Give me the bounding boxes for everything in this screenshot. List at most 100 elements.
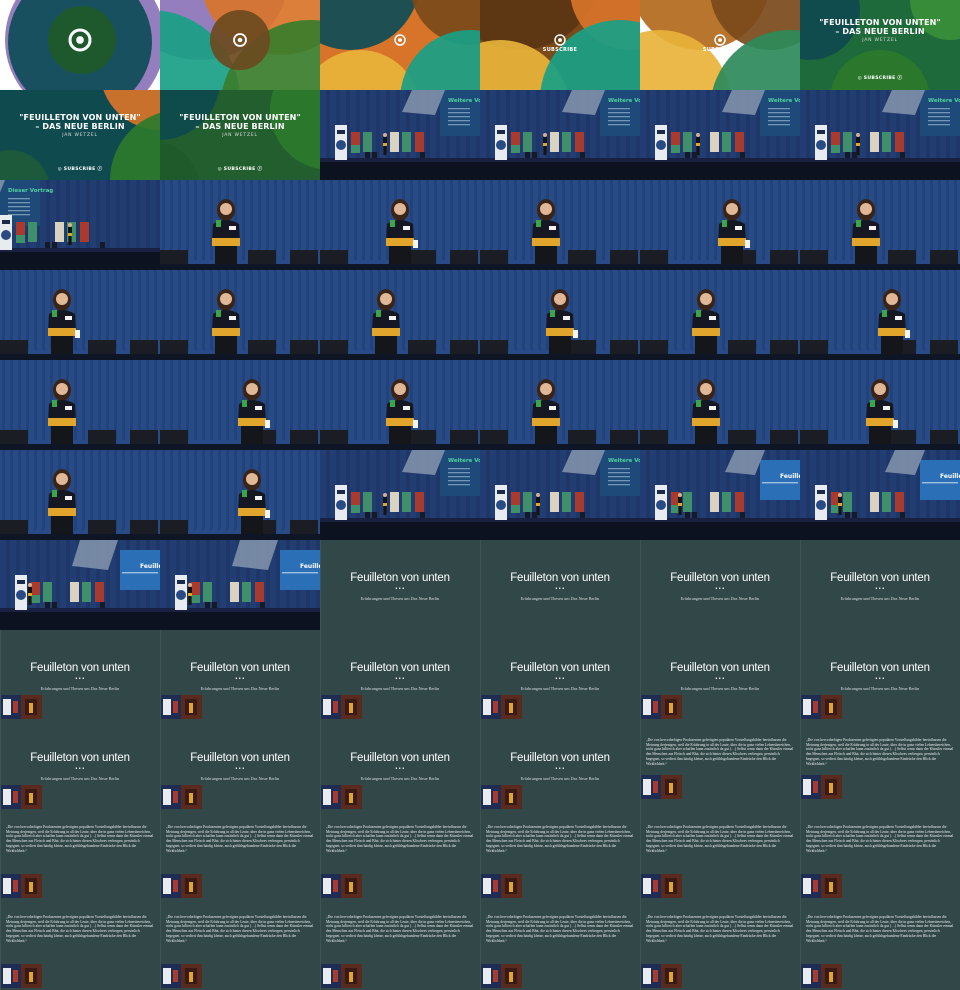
video-frame-close — [480, 360, 640, 450]
slide-title: Feuilleton von unten — [670, 662, 770, 674]
video-thumbnail-icon — [481, 695, 522, 719]
video-frame-intro: "FEUILLETON VON UNTEN" – DAS NEUE BERLIN J… — [0, 90, 160, 180]
video-thumbnail-icon — [481, 785, 522, 809]
intro-animation-graphic — [320, 0, 480, 90]
video-frame-slide: Feuilleton von unten ••• Erfahrungen und T… — [640, 630, 800, 720]
projection-screen — [120, 550, 160, 590]
intro-author: JAN WETZEL — [222, 133, 258, 138]
screen-heading: Feuille — [300, 563, 320, 570]
video-frame-intro: "FEUILLETON VON UNTEN" – DAS NEUE BERLIN J… — [160, 90, 320, 180]
video-frame-close — [640, 360, 800, 450]
slide-tagline: Erfahrungen und Thesen um Das Neue Berli… — [40, 776, 120, 781]
intro-title-line2: – DAS NEUE BERLIN — [195, 122, 285, 131]
slide-dots: ••• — [714, 676, 726, 682]
intro-title-line1: "FEUILLETON VON UNTEN" — [819, 18, 941, 27]
slide-tagline: Erfahrungen und Thesen um Das Neue Berli… — [40, 686, 120, 691]
video-thumbnail — [1, 964, 42, 988]
screen-heading: Weitere Vorträge — [448, 458, 480, 464]
video-frame-slide: Feuilleton von unten ••• Erfahrungen und T… — [480, 720, 640, 810]
video-thumbnail — [481, 874, 522, 898]
subscribe-row: ◎ SUBSCRIBE ⓒ — [800, 75, 960, 81]
slide-title: Feuilleton von unten — [350, 572, 450, 584]
intro-animation-graphic — [0, 0, 160, 90]
stage-wide-shot: Weitere Vorträge — [320, 90, 480, 180]
frame-edge — [480, 540, 481, 630]
video-thumbnail — [161, 874, 202, 898]
video-frame-slide: „Die von hervorheftigen Produzenten gefe… — [480, 900, 640, 990]
microphone-icon — [376, 310, 381, 317]
slide-title: Feuilleton von unten — [350, 662, 450, 674]
screen-heading: Weitere Vorträge — [448, 98, 480, 104]
slide-quote: „Die von hervorheftigen Produzenten gefe… — [806, 915, 954, 943]
video-thumbnail — [641, 695, 682, 719]
video-thumbnail — [161, 964, 202, 988]
video-frame-close — [640, 270, 800, 360]
video-thumbnail — [641, 775, 682, 799]
slide-title: Feuilleton von unten — [510, 662, 610, 674]
video-thumbnail — [801, 874, 842, 898]
screen-heading: Feuille — [780, 473, 800, 480]
frame-edge — [320, 540, 321, 630]
intro-animation-graphic — [640, 0, 800, 90]
video-frame-slide: Feuilleton von unten ••• Erfahrungen und T… — [320, 720, 480, 810]
video-thumbnail — [801, 695, 842, 719]
subscribe-row: ◎ SUBSCRIBE ⓒ — [0, 166, 160, 172]
video-frame-close — [800, 360, 960, 450]
video-thumbnail-icon — [321, 785, 362, 809]
speaker-closeup-shot — [800, 270, 960, 360]
speaker-closeup-shot — [480, 270, 640, 360]
video-thumbnail-icon — [321, 964, 362, 988]
video-frame-wide: Weitere Vorträge — [480, 450, 640, 540]
video-frame-slide: „Die von hervorheftigen Produzenten gefe… — [640, 720, 800, 810]
microphone-icon — [550, 310, 555, 317]
slide-title: Feuilleton von unten — [510, 572, 610, 584]
speaker-closeup-shot — [160, 270, 320, 360]
slide-tagline: Erfahrungen und Thesen um Das Neue Berli… — [360, 596, 440, 601]
video-frame-wide: Weitere Vorträge — [800, 90, 960, 180]
slide-quote: „Die von hervorheftigen Produzenten gefe… — [646, 825, 794, 853]
video-thumbnail — [801, 775, 842, 799]
intro-title-line2: – DAS NEUE BERLIN — [35, 122, 125, 131]
intro-title-line1: "FEUILLETON VON UNTEN" — [179, 113, 301, 122]
video-frame-slide: Feuilleton von unten ••• Erfahrungen und T… — [800, 540, 960, 630]
video-thumbnail-icon — [1, 964, 42, 988]
video-thumbnail-icon — [161, 874, 202, 898]
slide-title: Feuilleton von unten — [670, 572, 770, 584]
slide-quote: „Die von hervorheftigen Produzenten gefe… — [646, 915, 794, 943]
intro-animation-graphic — [480, 0, 640, 90]
video-frame-wide: Weitere Vorträge — [640, 90, 800, 180]
microphone-icon — [52, 310, 57, 317]
video-frame-slide: „Die von hervorheftigen Produzenten gefe… — [320, 810, 480, 900]
subscribe-row: ◎ SUBSCRIBE ⓒ — [160, 166, 320, 172]
video-frame-wide: Feuille — [640, 450, 800, 540]
slide-dots: ••• — [234, 766, 246, 772]
microphone-icon — [52, 490, 57, 497]
video-thumbnail-icon — [481, 964, 522, 988]
notes-card — [893, 420, 898, 428]
slide-title: Feuilleton von unten — [830, 572, 930, 584]
video-frame-slide: Feuilleton von unten ••• Erfahrungen und T… — [0, 720, 160, 810]
video-frame-intro — [320, 0, 480, 90]
screen-heading: Feuille — [140, 563, 160, 570]
slide-title: Feuilleton von unten — [510, 752, 610, 764]
video-thumbnail-icon — [161, 785, 202, 809]
slide-quote: „Die von hervorheftigen Produzenten gefe… — [486, 825, 634, 853]
video-thumbnail — [161, 785, 202, 809]
stage-wide-shot: Feuille — [0, 540, 160, 630]
video-frame-close — [320, 180, 480, 270]
slide-dots: ••• — [874, 586, 886, 592]
microphone-icon — [870, 400, 875, 407]
video-frame-wide: Weitere Vorträge — [320, 90, 480, 180]
slide-tagline: Erfahrungen und Thesen um Das Neue Berli… — [360, 686, 440, 691]
video-frame-close — [320, 270, 480, 360]
speaker-closeup-shot — [800, 180, 960, 270]
video-frame-intro: "FEUILLETON VON UNTEN" – DAS NEUE BERLIN J… — [800, 0, 960, 90]
slide-tagline: Erfahrungen und Thesen um Das Neue Berli… — [840, 596, 920, 601]
slide-title: Feuilleton von unten — [30, 662, 130, 674]
video-thumbnail — [321, 964, 362, 988]
speaker-closeup-shot — [640, 270, 800, 360]
slide-title: Feuilleton von unten — [190, 662, 290, 674]
video-thumbnail — [1, 785, 42, 809]
projection-screen — [760, 460, 800, 500]
video-frame-close — [320, 360, 480, 450]
